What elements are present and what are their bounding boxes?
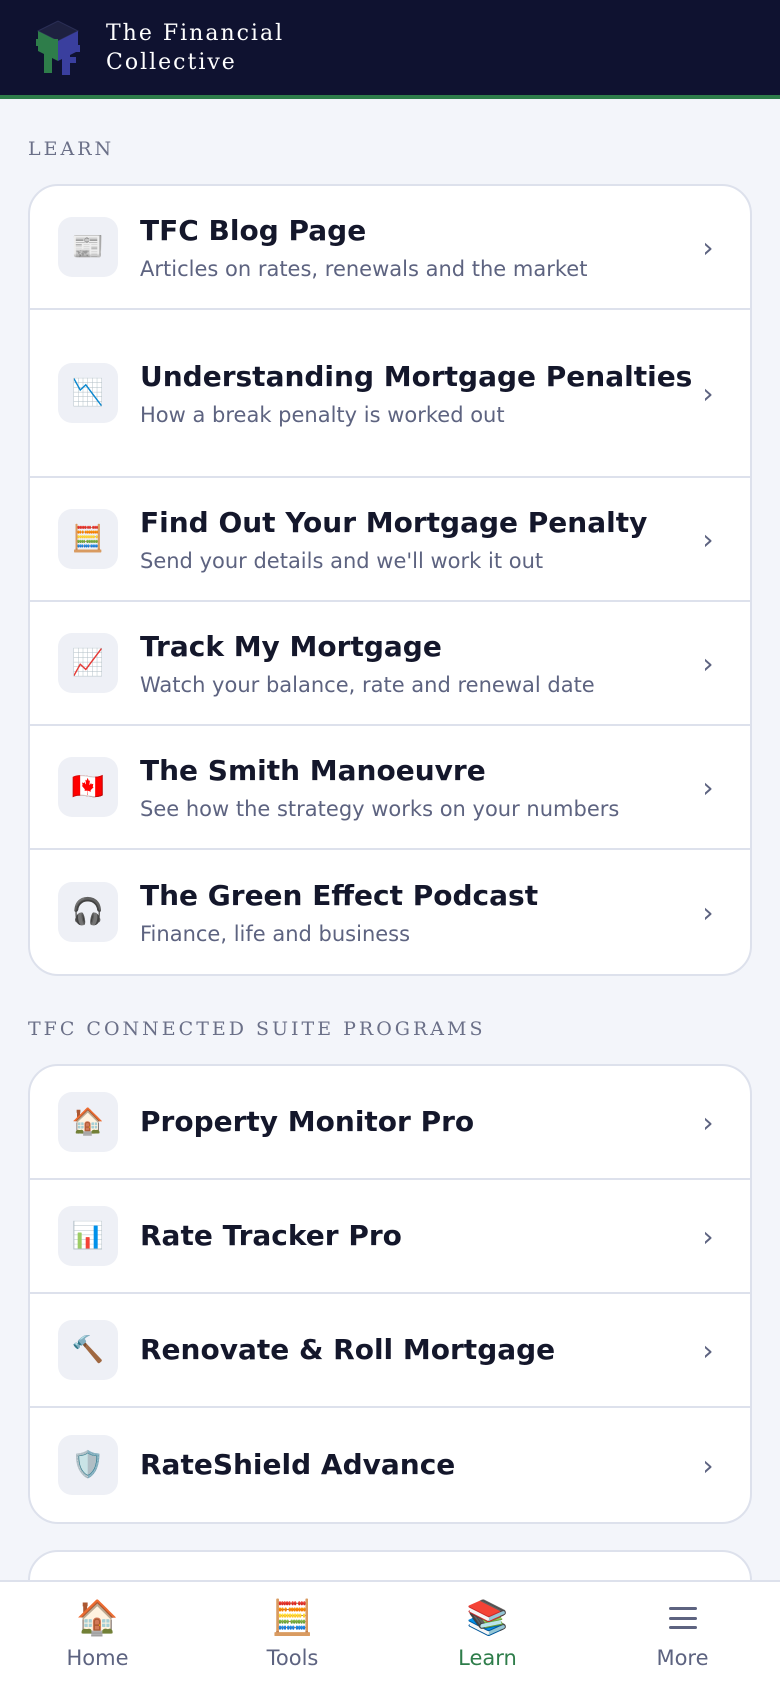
list-item-smith-manoeuvre[interactable]: 🇨🇦 The Smith Manoeuvre See how the strat… — [30, 726, 750, 850]
tab-label: Home — [66, 1646, 129, 1670]
newspaper-icon: 📰 — [58, 217, 118, 277]
chevron-right-icon: › — [702, 646, 714, 680]
list-item-title: TFC Blog Page — [140, 214, 367, 247]
list-item-subtitle: See how the strategy works on your numbe… — [140, 797, 620, 821]
shield-icon: 🛡️ — [58, 1435, 118, 1495]
list-item-title: Understanding Mortgage Penalties — [140, 360, 693, 393]
list-item-renovate-roll[interactable]: 🔨 Renovate & Roll Mortgage › — [30, 1294, 750, 1408]
list-item-subtitle: How a break penalty is worked out — [140, 403, 505, 427]
tools-abacus-icon: 🧮 — [271, 1598, 314, 1638]
list-item-title: Rate Tracker Pro — [140, 1219, 402, 1252]
tab-label: Learn — [458, 1646, 517, 1670]
list-item-subtitle: Send your details and we'll work it out — [140, 549, 544, 573]
chevron-right-icon: › — [702, 376, 714, 410]
brand-line-2: Collective — [106, 49, 237, 75]
list-item-rate-tracker[interactable]: 📊 Rate Tracker Pro › — [30, 1180, 750, 1294]
hammer-icon: 🔨 — [58, 1320, 118, 1380]
chevron-right-icon: › — [702, 230, 714, 264]
section-label-suite: TFC CONNECTED SUITE PROGRAMS — [28, 1018, 486, 1040]
chart-increasing-icon: 📈 — [58, 633, 118, 693]
list-item-podcast[interactable]: 🎧 The Green Effect Podcast Finance, life… — [30, 850, 750, 974]
list-item-track-mortgage[interactable]: 📈 Track My Mortgage Watch your balance, … — [30, 602, 750, 726]
chevron-right-icon: › — [702, 1105, 714, 1139]
tab-label: Tools — [266, 1646, 319, 1670]
tab-more[interactable]: More — [585, 1582, 780, 1688]
tab-learn[interactable]: 📚 Learn — [390, 1582, 585, 1688]
chevron-right-icon: › — [702, 770, 714, 804]
tfc-cube-logo-icon[interactable] — [32, 17, 84, 79]
list-item-title: Find Out Your Mortgage Penalty — [140, 506, 648, 539]
list-item-property-monitor[interactable]: 🏠 Property Monitor Pro › — [30, 1066, 750, 1180]
list-item-find-penalty[interactable]: 🧮 Find Out Your Mortgage Penalty Send yo… — [30, 478, 750, 602]
suite-card: 🏠 Property Monitor Pro › 📊 Rate Tracker … — [28, 1064, 752, 1524]
list-item-subtitle: Finance, life and business — [140, 922, 411, 946]
list-item-title: RateShield Advance — [140, 1448, 456, 1481]
list-item-subtitle: Articles on rates, renewals and the mark… — [140, 257, 588, 281]
brand-name: The Financial Collective — [106, 19, 284, 77]
list-item-title: The Green Effect Podcast — [140, 879, 539, 912]
menu-icon — [668, 1598, 697, 1638]
headphones-icon: 🎧 — [58, 882, 118, 942]
tab-tools[interactable]: 🧮 Tools — [195, 1582, 390, 1688]
list-item-title: Renovate & Roll Mortgage — [140, 1333, 556, 1366]
chart-decreasing-icon: 📉 — [58, 363, 118, 423]
chevron-right-icon: › — [702, 522, 714, 556]
home-icon: 🏠 — [76, 1598, 119, 1638]
list-item-title: The Smith Manoeuvre — [140, 754, 486, 787]
chevron-right-icon: › — [702, 1333, 714, 1367]
list-item-rateshield[interactable]: 🛡️ RateShield Advance › — [30, 1408, 750, 1522]
bar-chart-icon: 📊 — [58, 1206, 118, 1266]
tab-label: More — [656, 1646, 709, 1670]
list-item-title: Track My Mortgage — [140, 630, 442, 663]
app-header: The Financial Collective — [0, 0, 780, 99]
section-label-learn: LEARN — [28, 138, 115, 160]
chevron-right-icon: › — [702, 895, 714, 929]
list-item-penalties[interactable]: 📉 Understanding Mortgage Penalties How a… — [30, 310, 750, 478]
chevron-right-icon: › — [702, 1448, 714, 1482]
abacus-icon: 🧮 — [58, 509, 118, 569]
bottom-tab-bar: 🏠 Home 🧮 Tools 📚 Learn More — [0, 1580, 780, 1688]
learn-card: 📰 TFC Blog Page Articles on rates, renew… — [28, 184, 752, 976]
brand-line-1: The Financial — [106, 20, 285, 46]
list-item-subtitle: Watch your balance, rate and renewal dat… — [140, 673, 595, 697]
house-icon: 🏠 — [58, 1092, 118, 1152]
chevron-right-icon: › — [702, 1219, 714, 1253]
list-item-blog[interactable]: 📰 TFC Blog Page Articles on rates, renew… — [30, 186, 750, 310]
books-icon: 📚 — [466, 1598, 509, 1638]
canada-flag-icon: 🇨🇦 — [58, 757, 118, 817]
list-item-title: Property Monitor Pro — [140, 1105, 475, 1138]
tab-home[interactable]: 🏠 Home — [0, 1582, 195, 1688]
